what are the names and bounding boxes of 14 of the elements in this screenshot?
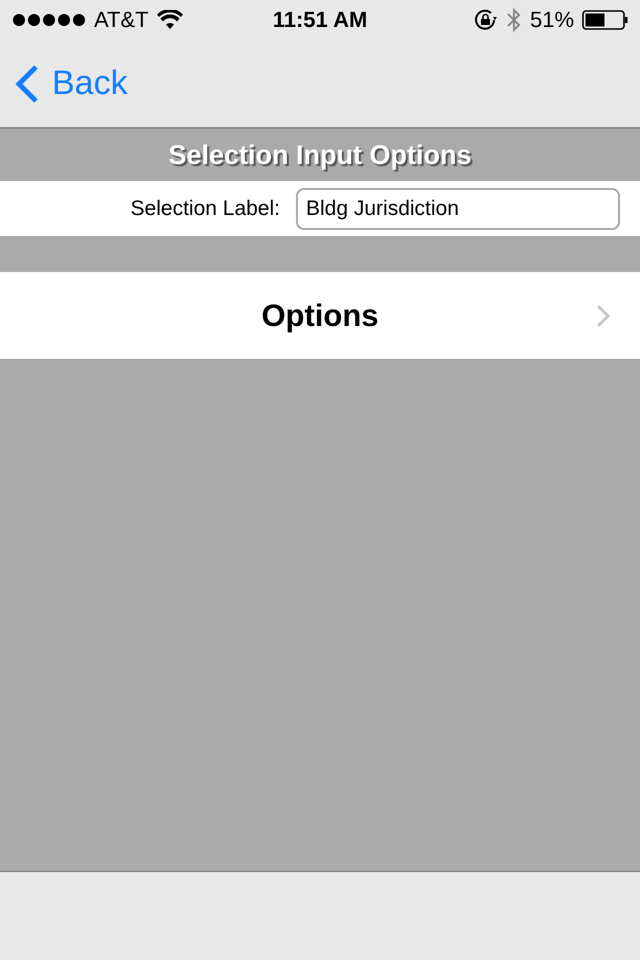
section-title: Selection Input Options [168,140,472,170]
carrier-name: AT&T [94,7,149,33]
back-chevron-icon [14,64,40,104]
bluetooth-icon [506,7,522,33]
wifi-icon [156,10,183,30]
text-field[interactable]: Bldg Jurisdiction [296,188,620,230]
options-row[interactable]: Options [0,272,640,360]
chevron-icon [596,304,610,328]
rotation-lock-icon [474,9,498,31]
signal-icon [12,13,86,27]
field-label: Selection Label: [130,196,280,220]
battery-percentage: 51% [530,7,574,33]
status-time: 11:51 AM [272,7,368,33]
battery-icon [582,10,628,30]
